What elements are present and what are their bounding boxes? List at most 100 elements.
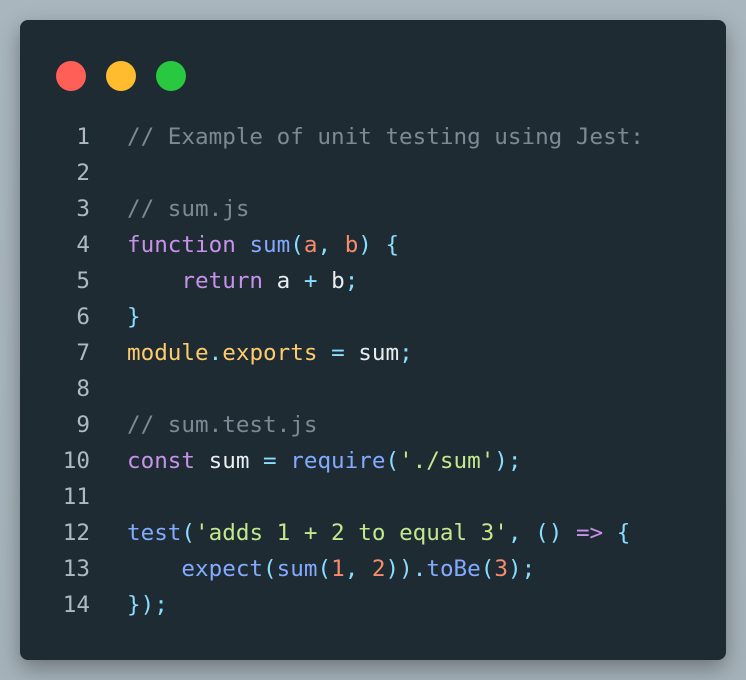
line-number: 6 [76, 304, 90, 330]
code-line: 8 [20, 371, 726, 407]
code-token: return [181, 268, 264, 294]
code-token: 2 [371, 556, 386, 582]
code-line: 14}); [20, 587, 726, 623]
line-number: 5 [76, 268, 90, 294]
code-token: 1 [331, 556, 345, 582]
code-token: , [344, 556, 372, 582]
line-number: 8 [76, 376, 90, 402]
line-source: function sum(a, b) { [127, 227, 399, 263]
line-source: module.exports = sum; [127, 335, 413, 371]
code-token: require [290, 448, 386, 474]
code-line: 12 test('adds 1 + 2 to equal 3', () => { [20, 515, 726, 551]
code-token: sum [195, 448, 264, 474]
minimize-dot-icon[interactable] [106, 61, 136, 91]
line-number: 7 [76, 340, 90, 366]
code-token: ( [385, 448, 400, 474]
code-token: const [127, 448, 196, 474]
window-controls [56, 61, 186, 91]
line-source: } [127, 299, 141, 335]
code-block: 1 // Example of unit testing using Jest: 2… [20, 119, 726, 623]
code-token: + [303, 268, 318, 294]
line-number: 1 [76, 124, 90, 150]
code-token: b [344, 232, 359, 258]
line-number: 14 [62, 592, 90, 618]
code-token: ( [290, 232, 304, 258]
code-line: 6} [20, 299, 726, 335]
code-token: } [127, 304, 141, 330]
code-token: = [263, 448, 277, 474]
code-token: , [317, 232, 345, 258]
code-window: 1 // Example of unit testing using Jest: 2… [20, 20, 726, 660]
line-number: 2 [76, 160, 90, 186]
code-token: test [127, 520, 182, 546]
code-token: sum [344, 340, 400, 366]
code-token: ( [181, 520, 196, 546]
code-token: 'adds 1 + 2 to equal 3' [195, 520, 508, 546]
code-token: = [331, 340, 345, 366]
close-dot-icon[interactable] [56, 61, 86, 91]
code-line: 2 [20, 155, 726, 191]
code-token: { [603, 520, 631, 546]
code-token: b [317, 268, 345, 294]
code-token: sum [249, 232, 291, 258]
code-token: expect [181, 556, 264, 582]
line-number: 11 [62, 484, 90, 510]
code-token: // Example of unit testing using Jest: [127, 124, 644, 150]
code-line: 3 // sum.js [20, 191, 726, 227]
line-number: 4 [76, 232, 90, 258]
code-line: 13 expect(sum(1, 2)).toBe(3); [20, 551, 726, 587]
line-source: const sum = require('./sum'); [127, 443, 522, 479]
code-token: () [535, 520, 563, 546]
line-source: expect(sum(1, 2)).toBe(3); [127, 551, 535, 587]
code-line: 5 return a + b; [20, 263, 726, 299]
code-token: exports [222, 340, 318, 366]
code-line: 4 function sum(a, b) { [20, 227, 726, 263]
line-number: 12 [62, 520, 90, 546]
code-token: ( [263, 556, 277, 582]
code-token: . [412, 556, 427, 582]
code-token: './sum' [399, 448, 495, 474]
code-token: ( [480, 556, 495, 582]
code-token: sum [276, 556, 318, 582]
code-token: => [575, 520, 604, 546]
line-source: test('adds 1 + 2 to equal 3', () => { [127, 515, 630, 551]
code-token: a [263, 268, 304, 294]
line-source: // sum.test.js [127, 407, 317, 443]
line-number: 9 [76, 412, 90, 438]
line-source: return a + b; [127, 263, 358, 299]
code-line: 7 module.exports = sum; [20, 335, 726, 371]
line-number: 13 [62, 556, 90, 582]
code-token: ); [494, 448, 522, 474]
code-token: }); [127, 592, 168, 618]
code-token: ; [344, 268, 359, 294]
code-token: a [303, 232, 318, 258]
code-token: function [127, 232, 236, 258]
code-line: 10 const sum = require('./sum'); [20, 443, 726, 479]
code-token: module [127, 340, 209, 366]
code-token: 3 [494, 556, 508, 582]
line-source: }); [127, 587, 168, 623]
code-token: . [208, 340, 223, 366]
code-token: ); [507, 556, 536, 582]
code-token: ( [317, 556, 332, 582]
code-token: // sum.test.js [127, 412, 318, 438]
code-token: )) [385, 556, 413, 582]
code-token: ; [399, 340, 413, 366]
code-token: ) { [358, 232, 400, 258]
line-number: 3 [76, 196, 90, 222]
line-source: // Example of unit testing using Jest: [127, 119, 644, 155]
line-source: // sum.js [127, 191, 249, 227]
code-line: 9 // sum.test.js [20, 407, 726, 443]
code-line: 1 // Example of unit testing using Jest: [20, 119, 726, 155]
code-line: 11 [20, 479, 726, 515]
maximize-dot-icon[interactable] [156, 61, 186, 91]
code-token: , [507, 520, 536, 546]
code-token: // sum.js [127, 196, 250, 222]
line-number: 10 [62, 448, 90, 474]
